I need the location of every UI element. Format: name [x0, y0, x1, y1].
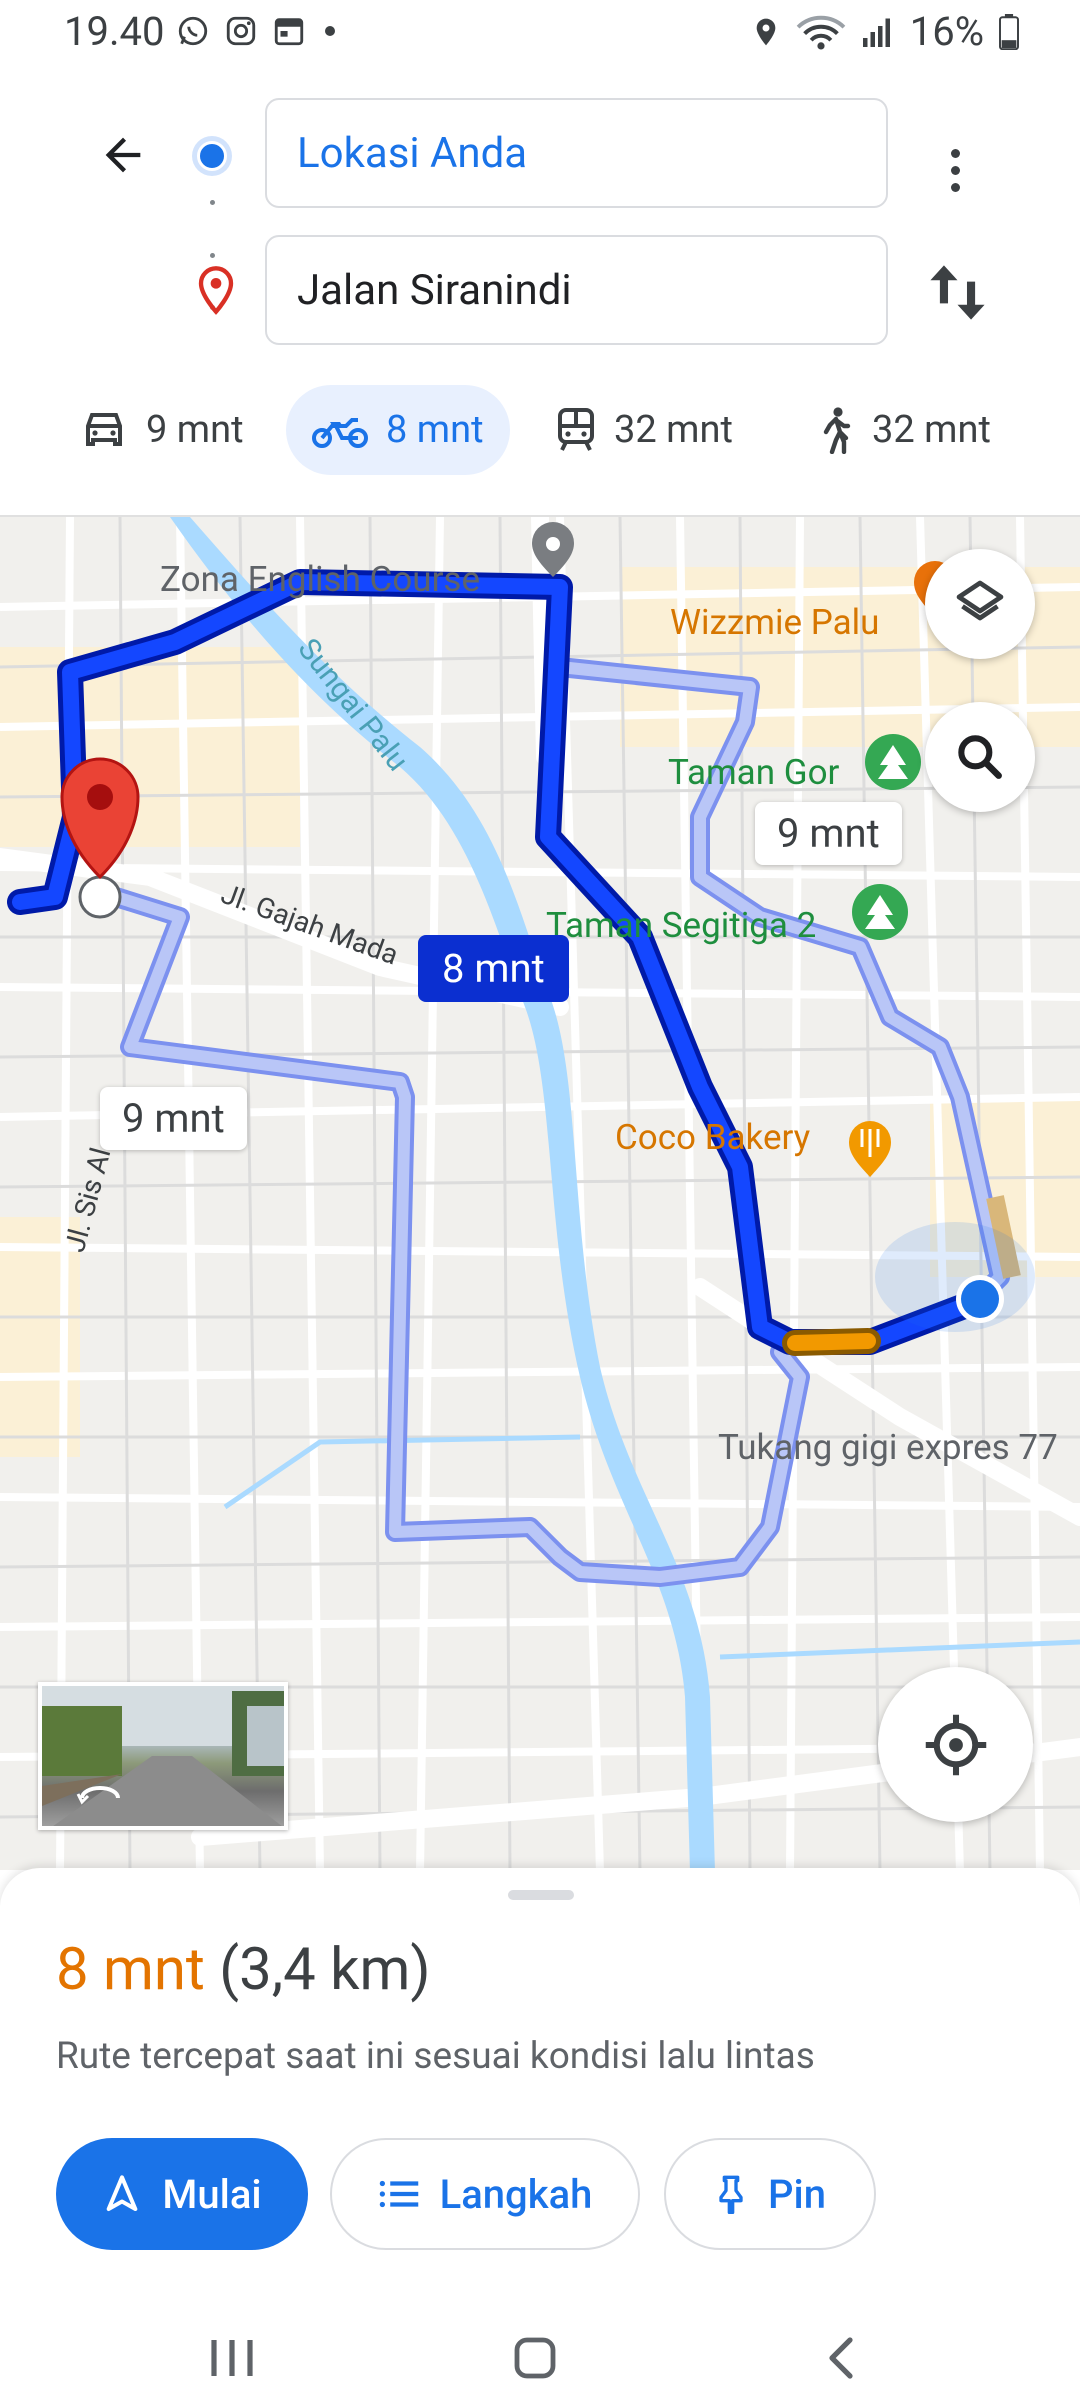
pin-icon	[719, 2175, 743, 2214]
mode-car[interactable]: 9 mnt	[54, 385, 270, 475]
poi-label-zona[interactable]: Zona English Course	[160, 559, 480, 600]
mode-motorcycle-label: 8 mnt	[386, 408, 484, 452]
recents-icon	[211, 2340, 253, 2376]
mode-motorcycle[interactable]: 8 mnt	[286, 385, 510, 475]
calendar-icon	[274, 18, 304, 46]
route-time-alt-right[interactable]: 9 mnt	[755, 802, 902, 865]
map-view[interactable]: Zona English Course Wizzmie Palu Sungai …	[0, 515, 1080, 1870]
motorcycle-icon	[312, 418, 368, 448]
back-button[interactable]	[88, 120, 158, 190]
whatsapp-icon	[178, 16, 208, 46]
mode-transit-label: 32 mnt	[614, 408, 733, 452]
start-label: Mulai	[162, 2170, 262, 2218]
map-search-button[interactable]	[925, 702, 1035, 812]
poi-label-tukang-gigi[interactable]: Tukang gigi expres 77	[718, 1427, 1058, 1468]
system-back-button[interactable]	[800, 2328, 880, 2388]
summary-time: 8 mnt	[56, 1936, 205, 2004]
travel-mode-tabs: 9 mnt 8 mnt 32 mnt 32 mnt	[0, 375, 1080, 475]
directions-header: Lokasi Anda Jalan Siranindi 9 mnt 8 mnt …	[0, 70, 1080, 515]
mode-walk-label: 32 mnt	[872, 408, 991, 452]
arrow-back-icon	[105, 137, 141, 173]
street-view-thumbnail[interactable]	[38, 1682, 288, 1830]
route-time-alt-left[interactable]: 9 mnt	[100, 1087, 247, 1150]
layers-icon	[956, 580, 1004, 621]
notification-icons	[176, 14, 340, 48]
destination-field[interactable]: Jalan Siranindi	[265, 235, 888, 345]
signal-icon	[862, 18, 890, 47]
system-icons: 16%	[750, 8, 1020, 55]
steps-label: Langkah	[439, 2170, 593, 2218]
car-icon	[86, 413, 122, 446]
crosshair-icon	[925, 1714, 986, 1775]
system-nav-bar	[0, 2298, 1080, 2408]
route-description: Rute tercepat saat ini sesuai kondisi la…	[56, 2035, 815, 2078]
poi-label-wizzmie[interactable]: Wizzmie Palu	[670, 602, 879, 643]
wifi-icon	[796, 15, 846, 50]
origin-field[interactable]: Lokasi Anda	[265, 98, 888, 208]
location-icon	[756, 18, 776, 45]
transit-icon	[558, 408, 594, 451]
layers-button[interactable]	[925, 549, 1035, 659]
route-summary-sheet: 8 mnt (3,4 km) Rute tercepat saat ini se…	[0, 1868, 1080, 2298]
street-view-photo	[42, 1686, 284, 1826]
mode-transit[interactable]: 32 mnt	[530, 385, 759, 475]
swap-vert-icon	[930, 265, 985, 320]
home-icon	[514, 2337, 556, 2379]
steps-button[interactable]: Langkah	[330, 2138, 640, 2250]
home-button[interactable]	[495, 2328, 575, 2388]
my-location-button[interactable]	[878, 1667, 1033, 1822]
status-time: 19.40	[64, 8, 165, 55]
navigation-arrow-icon	[107, 2175, 138, 2211]
more-options-button[interactable]	[930, 130, 980, 210]
route-summary: 8 mnt (3,4 km)	[56, 1936, 431, 2004]
chevron-left-icon	[829, 2337, 853, 2379]
poi-label-taman-segitiga[interactable]: Taman Segitiga 2	[546, 905, 816, 946]
mode-car-label: 9 mnt	[146, 408, 244, 452]
poi-label-coco-bakery[interactable]: Coco Bakery	[615, 1117, 810, 1158]
walk-icon	[823, 407, 851, 454]
pin-button[interactable]: Pin	[664, 2138, 876, 2250]
poi-label-taman-gor[interactable]: Taman Gor	[668, 752, 839, 793]
battery-percent: 16%	[909, 8, 984, 55]
mode-walk[interactable]: 32 mnt	[792, 385, 1017, 475]
dot-icon	[325, 26, 335, 36]
summary-distance: (3,4 km)	[219, 1936, 431, 2004]
search-icon	[958, 735, 1002, 779]
origin-dot-icon	[192, 136, 232, 176]
instagram-icon	[226, 16, 256, 46]
battery-icon	[999, 13, 1019, 50]
destination-pin-icon	[198, 266, 234, 315]
sheet-drag-handle[interactable]	[508, 1890, 574, 1900]
map-canvas	[0, 517, 1080, 1870]
swap-button[interactable]	[925, 255, 990, 330]
recents-button[interactable]	[192, 2328, 272, 2388]
pin-label: Pin	[768, 2170, 826, 2218]
route-time-primary[interactable]: 8 mnt	[418, 935, 569, 1002]
status-bar: 19.40 16%	[0, 0, 1080, 70]
start-button[interactable]: Mulai	[56, 2138, 308, 2250]
list-icon	[379, 2180, 418, 2208]
